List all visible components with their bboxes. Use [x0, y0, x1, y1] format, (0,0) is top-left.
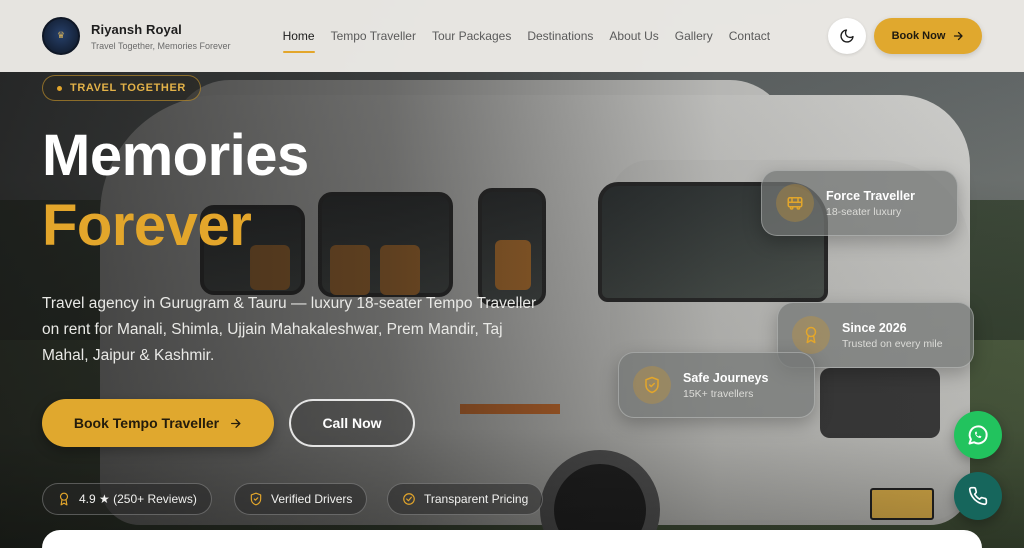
hero-headline-line1: Memories	[42, 123, 309, 188]
theme-toggle-button[interactable]	[828, 18, 866, 54]
nav-item-tour-packages[interactable]: Tour Packages	[424, 29, 519, 43]
rating-chip: 4.9 ★ (250+ Reviews)	[42, 483, 212, 515]
shield-check-icon	[645, 376, 659, 394]
arrow-right-icon	[231, 418, 241, 428]
call-button[interactable]	[954, 472, 1002, 520]
badge-check-icon	[403, 493, 415, 505]
rating-chip-label: 4.9 ★ (250+ Reviews)	[79, 492, 197, 506]
book-tempo-traveller-button[interactable]: Book Tempo Traveller	[42, 399, 274, 447]
arrow-right-icon	[954, 31, 964, 41]
hero-headline-line2: Forever	[42, 193, 252, 258]
booking-panel	[42, 530, 982, 548]
verified-drivers-label: Verified Drivers	[271, 492, 353, 506]
cta-primary-label: Book Tempo Traveller	[73, 415, 220, 431]
nav-item-about-us[interactable]: About Us	[601, 29, 666, 43]
card-title: Safe Journeys	[683, 370, 769, 385]
whatsapp-button[interactable]	[954, 411, 1002, 459]
award-icon	[805, 326, 817, 344]
navbar: ♛ Riyansh Royal Travel Together, Memorie…	[0, 0, 1024, 72]
brand-block: Riyansh Royal Travel Together, Memories …	[91, 22, 231, 51]
brand-name: Riyansh Royal	[91, 21, 182, 37]
book-now-button[interactable]: Book Now	[874, 18, 982, 54]
brand-tagline: Travel Together, Memories Forever	[91, 40, 231, 51]
whatsapp-icon	[968, 425, 988, 445]
verified-drivers-chip: Verified Drivers	[234, 483, 368, 515]
card-text: Since 2026 Trusted on every mile	[842, 321, 943, 350]
nav-item-tempo-traveller[interactable]: Tempo Traveller	[323, 29, 424, 43]
phone-icon	[968, 486, 988, 506]
transparent-pricing-chip: Transparent Pricing	[387, 483, 544, 515]
card-text: Safe Journeys 15K+ travellers	[683, 371, 768, 400]
card-title: Since 2026	[842, 320, 907, 335]
card-title: Force Traveller	[826, 188, 915, 203]
card-subtitle: Trusted on every mile	[842, 337, 943, 350]
badge-dot-icon	[57, 85, 62, 91]
card-subtitle: 15K+ travellers	[683, 387, 754, 400]
nav-item-gallery[interactable]: Gallery	[667, 29, 721, 43]
moon-icon	[840, 29, 854, 43]
card-icon-wrap	[776, 184, 814, 222]
hero-badge-label: TRAVEL TOGETHER	[70, 82, 186, 94]
cta-secondary-label: Call Now	[322, 415, 382, 431]
nav-item-contact[interactable]: Contact	[721, 29, 778, 43]
nav-item-home[interactable]: Home	[275, 29, 323, 53]
hero-description: Travel agency in Gurugram & Tauru — luxu…	[42, 295, 537, 364]
bus-icon	[787, 197, 803, 210]
card-text: Force Traveller 18-seater luxury	[826, 189, 915, 218]
transparent-pricing-label: Transparent Pricing	[424, 492, 529, 506]
nav-item-destinations[interactable]: Destinations	[519, 29, 601, 43]
shield-check-icon	[250, 492, 262, 506]
hero-badge: TRAVEL TOGETHER	[42, 75, 201, 101]
brand-logo[interactable]: ♛	[42, 17, 80, 55]
book-now-label: Book Now	[891, 30, 946, 42]
card-icon-wrap	[633, 366, 671, 404]
main-nav: Home Tempo Traveller Tour Packages Desti…	[275, 29, 779, 53]
card-icon-wrap	[792, 316, 830, 354]
card-subtitle: 18-seater luxury	[826, 205, 902, 218]
safe-journeys-card: Safe Journeys 15K+ travellers	[618, 352, 815, 418]
force-traveller-card: Force Traveller 18-seater luxury	[761, 170, 958, 236]
call-now-button[interactable]: Call Now	[289, 399, 415, 447]
logo-emblem-icon: ♛	[56, 31, 66, 41]
award-icon	[59, 492, 69, 506]
